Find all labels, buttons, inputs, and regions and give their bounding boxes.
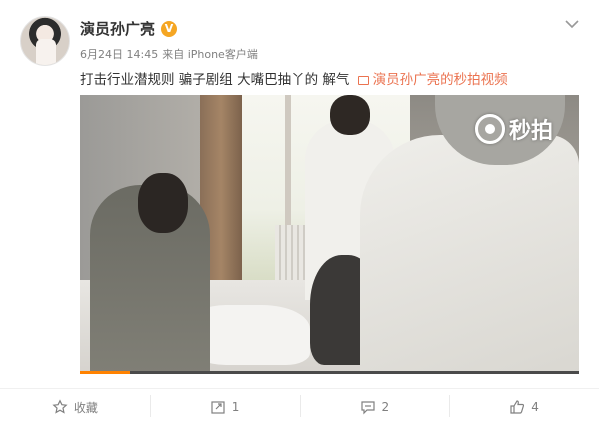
repost-icon	[211, 401, 225, 414]
like-button[interactable]: 4	[449, 389, 599, 425]
comment-button[interactable]: 2	[299, 389, 450, 425]
video-progress-bar[interactable]	[80, 371, 579, 374]
video-icon	[357, 76, 369, 85]
chevron-down-icon[interactable]	[562, 14, 582, 34]
star-icon	[52, 399, 68, 414]
post-meta: 6月24日 14:45 来自 iPhone客户端	[80, 46, 258, 62]
comment-icon	[360, 401, 375, 415]
user-header: 演员孙广亮 V	[80, 18, 178, 39]
repost-button[interactable]: 1	[149, 389, 300, 425]
user-name[interactable]: 演员孙广亮	[80, 18, 155, 39]
post-text: 打击行业潜规则 骗子剧组 大嘴巴抽丫的 解气 演员孙广亮的秒拍视频	[80, 68, 508, 88]
video-link-label: 演员孙广亮的秒拍视频	[372, 72, 508, 88]
video-progress-fill	[80, 371, 130, 374]
post-body: 打击行业潜规则 骗子剧组 大嘴巴抽丫的 解气	[80, 72, 350, 88]
verified-badge-icon: V	[161, 20, 178, 37]
watermark-text: 秒拍	[509, 119, 554, 144]
video-player[interactable]: 秒拍	[80, 95, 579, 374]
weibo-post: 演员孙广亮 V 6月24日 14:45 来自 iPhone客户端 打击行业潜规则…	[0, 0, 599, 425]
favorite-label: 收藏	[73, 400, 98, 415]
post-source: 来自 iPhone客户端	[162, 48, 258, 61]
like-count: 4	[531, 400, 539, 414]
action-bar: 收藏 1 2 4	[0, 388, 599, 425]
like-icon	[510, 400, 525, 414]
miaopai-logo-icon	[475, 114, 505, 144]
video-link[interactable]: 演员孙广亮的秒拍视频	[357, 72, 508, 88]
miaopai-watermark: 秒拍	[475, 113, 553, 145]
post-date[interactable]: 6月24日 14:45	[80, 46, 158, 62]
comment-count: 2	[381, 400, 390, 414]
repost-count: 1	[231, 400, 240, 414]
avatar[interactable]	[20, 16, 70, 66]
favorite-button[interactable]: 收藏	[0, 389, 150, 425]
